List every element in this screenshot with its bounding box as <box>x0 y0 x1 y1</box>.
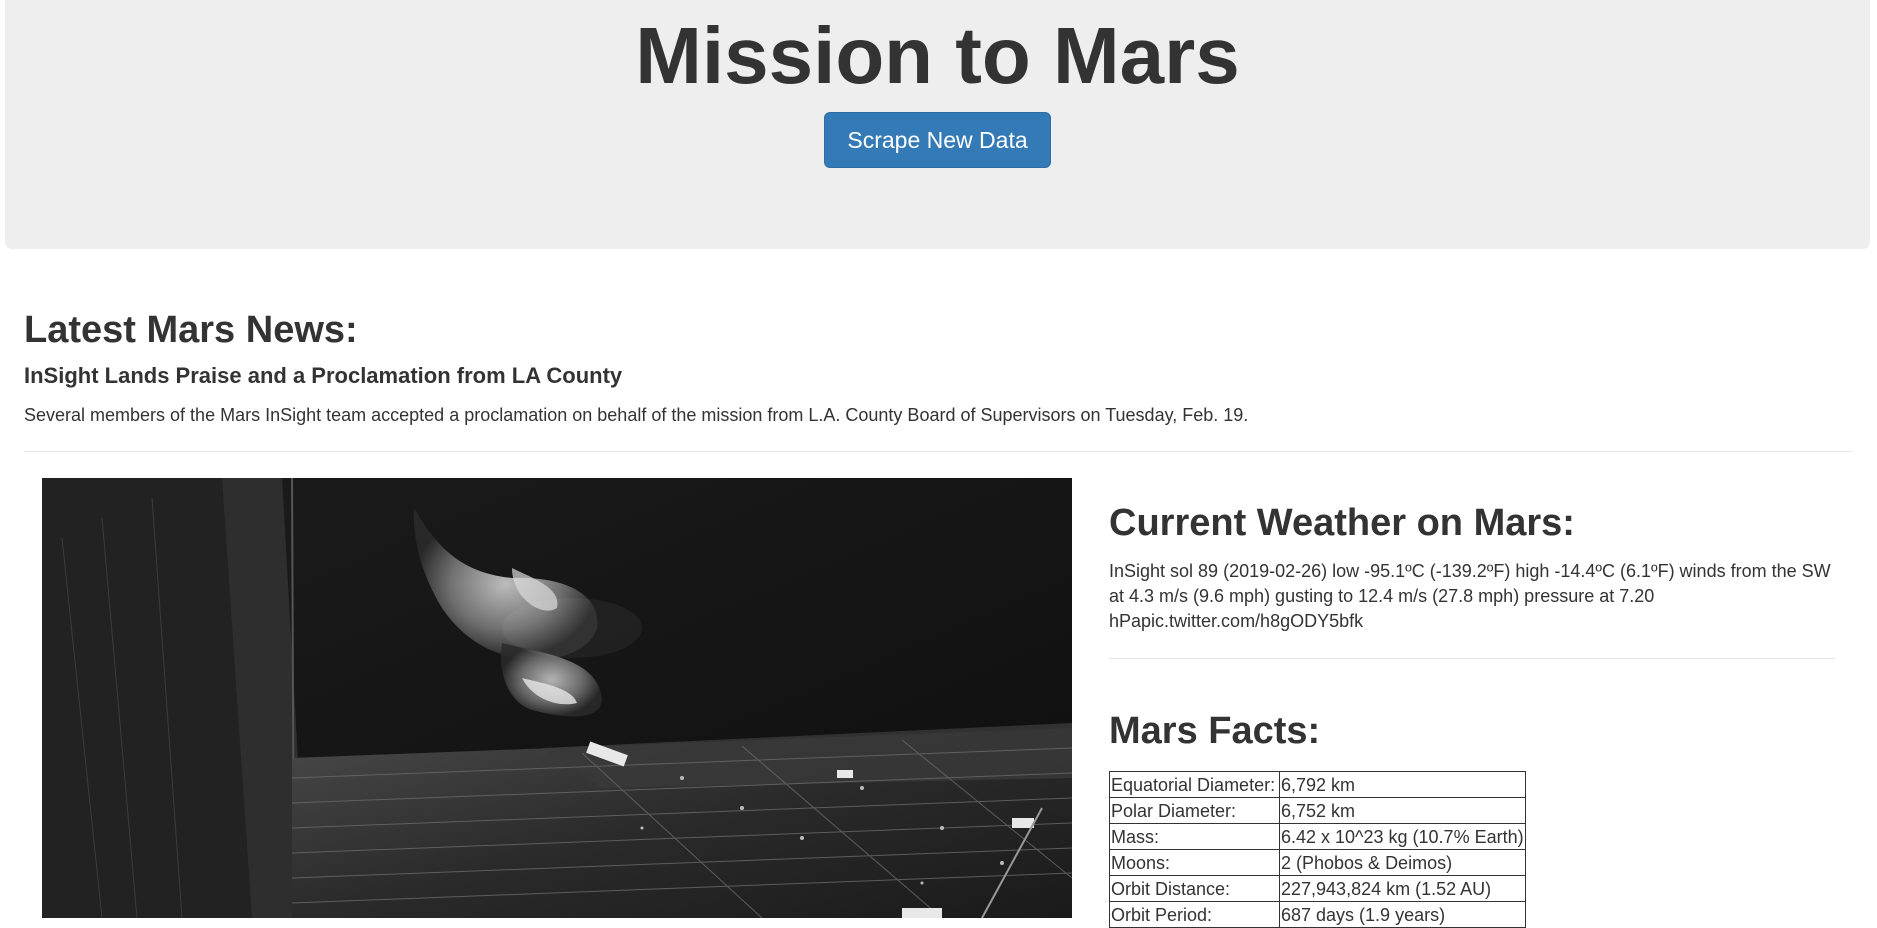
fact-value: 6,792 km <box>1279 771 1526 798</box>
divider <box>1109 658 1835 659</box>
divider <box>24 451 1853 452</box>
table-row: Mass: 6.42 x 10^23 kg (10.7% Earth) <box>1109 823 1526 850</box>
sidebar-info: Current Weather on Mars: InSight sol 89 … <box>1109 495 1835 928</box>
news-teaser: Several members of the Mars InSight team… <box>24 405 1249 425</box>
fact-value: 687 days (1.9 years) <box>1279 901 1526 928</box>
table-row: Moons: 2 (Phobos & Deimos) <box>1109 849 1526 876</box>
news-headline: InSight Lands Praise and a Proclamation … <box>24 363 623 388</box>
news-section: Latest Mars News: InSight Lands Praise a… <box>24 305 1854 427</box>
fact-label: Moons: <box>1109 849 1280 876</box>
featured-space-image <box>42 478 1072 918</box>
fact-label: Equatorial Diameter: <box>1109 771 1280 798</box>
facts-section-title: Mars Facts: <box>1109 710 1321 752</box>
fact-value: 6,752 km <box>1279 797 1526 824</box>
mars-facts-table: Equatorial Diameter: 6,792 km Polar Diam… <box>1109 771 1526 928</box>
table-row: Orbit Distance: 227,943,824 km (1.52 AU) <box>1109 875 1526 902</box>
fact-value: 2 (Phobos & Deimos) <box>1279 849 1526 876</box>
weather-section-title: Current Weather on Mars: <box>1109 502 1575 544</box>
fact-value: 6.42 x 10^23 kg (10.7% Earth) <box>1279 823 1526 850</box>
table-row: Equatorial Diameter: 6,792 km <box>1109 771 1526 798</box>
fact-label: Polar Diameter: <box>1109 797 1280 824</box>
jumbotron-header: Mission to Mars Scrape New Data <box>5 0 1870 249</box>
weather-report: InSight sol 89 (2019-02-26) low -95.1ºC … <box>1109 561 1831 631</box>
fact-label: Mass: <box>1109 823 1280 850</box>
table-row: Orbit Period: 687 days (1.9 years) <box>1109 901 1526 928</box>
fact-label: Orbit Period: <box>1109 901 1280 928</box>
table-row: Polar Diameter: 6,752 km <box>1109 797 1526 824</box>
fact-value: 227,943,824 km (1.52 AU) <box>1279 875 1526 902</box>
page-title: Mission to Mars <box>635 11 1240 100</box>
scrape-new-data-button[interactable]: Scrape New Data <box>824 112 1051 168</box>
news-section-title: Latest Mars News: <box>24 309 358 351</box>
fact-label: Orbit Distance: <box>1109 875 1280 902</box>
